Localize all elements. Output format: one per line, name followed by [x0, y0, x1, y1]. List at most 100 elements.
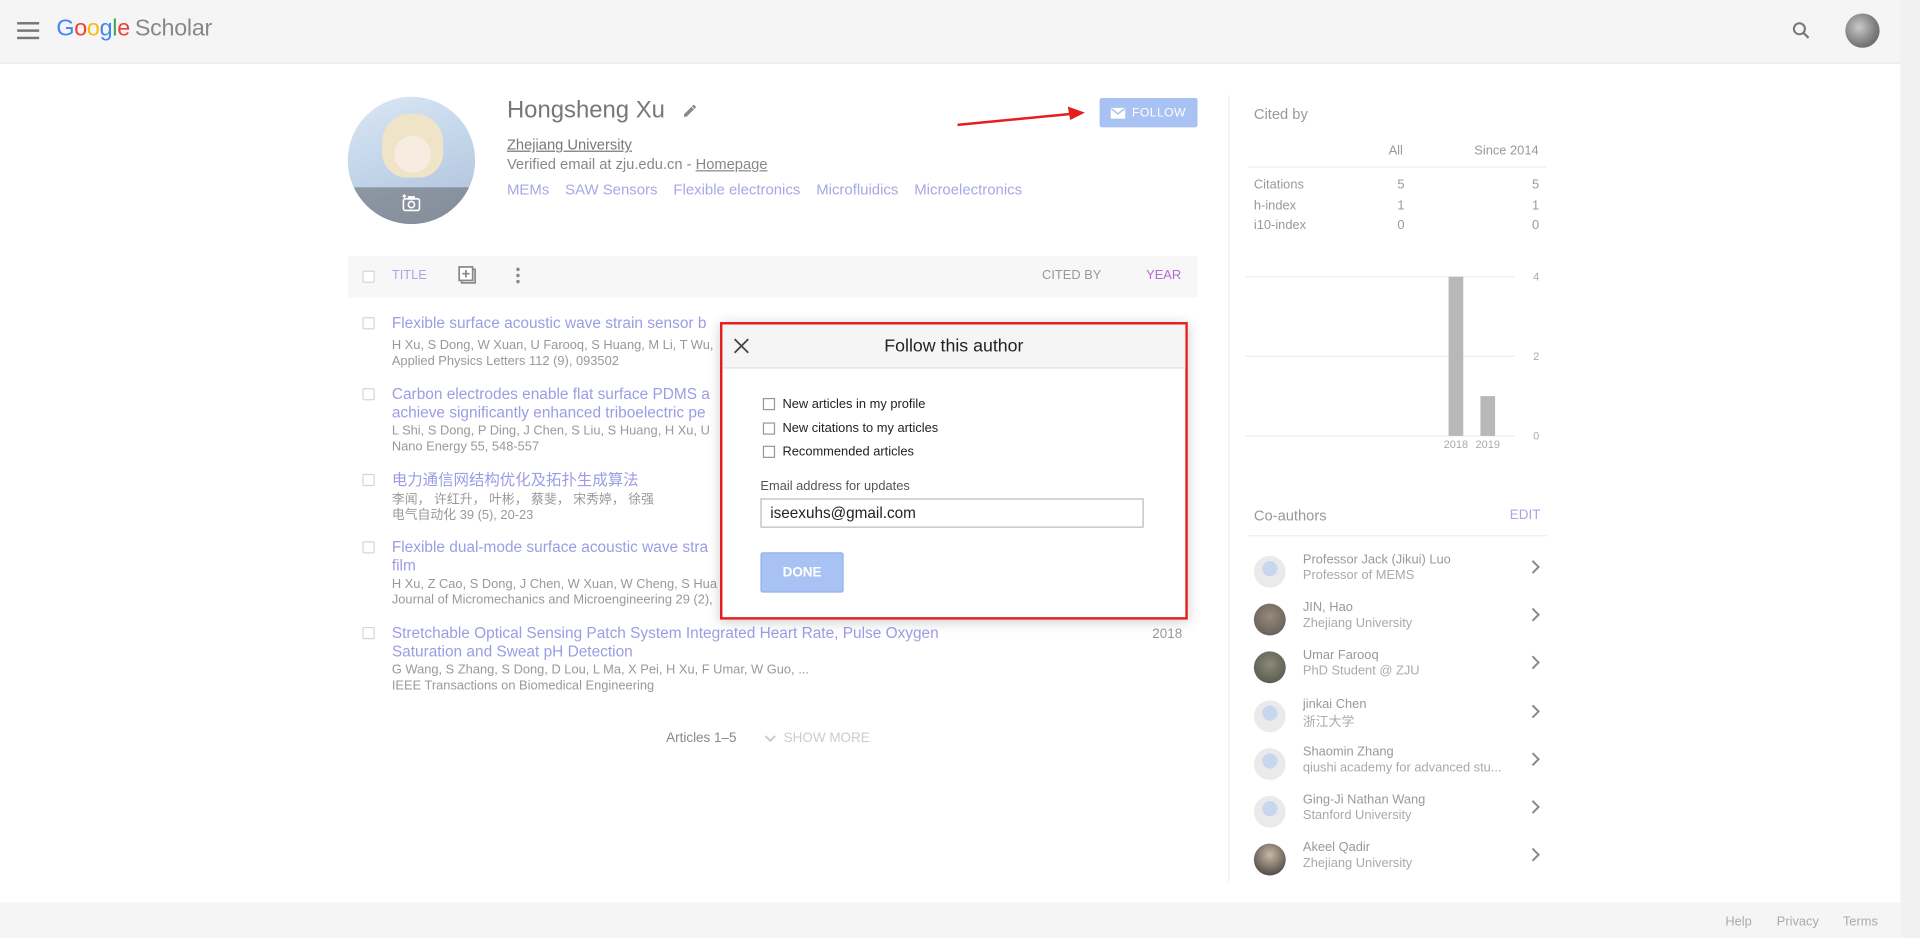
coauthor-item[interactable]: Umar Farooq PhD Student @ ZJU: [1253, 648, 1543, 692]
coauthor-item[interactable]: JIN, Hao Zhejiang University: [1253, 600, 1543, 644]
coauthor-affiliation: Professor of MEMS: [1302, 568, 1415, 583]
top-bar: [0, 0, 1901, 64]
cited-row-label[interactable]: i10-index: [1254, 218, 1306, 233]
article-title-line1: Stretchable Optical Sensing Patch System…: [391, 624, 939, 642]
interest-link[interactable]: SAW Sensors: [565, 181, 657, 198]
coauthors-title: Co-authors: [1253, 506, 1327, 525]
logo-letter: o: [74, 15, 87, 42]
coauthor-item[interactable]: Shaomin Zhang qiushi academy for advanced…: [1253, 744, 1543, 788]
article-authors: G Wang, S Zhang, S Dong, D Lou, L Ma, X …: [391, 662, 809, 678]
coauthor-name[interactable]: Umar Farooq: [1303, 648, 1379, 663]
coauthor-name[interactable]: JIN, Hao: [1303, 600, 1353, 615]
article-title-link[interactable]: 电力通信网结构优化及拓扑生成算法: [392, 471, 639, 489]
option-checkbox[interactable]: [762, 397, 776, 411]
more-options-icon[interactable]: [516, 266, 521, 286]
coauthor-item[interactable]: Ging-Ji Nathan Wang Stanford University: [1253, 792, 1543, 836]
cited-row-label[interactable]: Citations: [1254, 178, 1304, 193]
article-title-line2: Saturation and Sweat pH Detection: [391, 642, 633, 661]
footer-help-link[interactable]: Help: [1725, 915, 1751, 930]
follow-button[interactable]: FOLLOW: [1099, 97, 1198, 128]
email-input[interactable]: [760, 498, 1144, 528]
chevron-right-icon[interactable]: [1531, 704, 1541, 719]
coauthor-affiliation: Stanford University: [1302, 808, 1412, 823]
cited-row-since: 0: [1532, 217, 1540, 233]
article-checkbox[interactable]: [362, 317, 375, 330]
interest-link[interactable]: MEMs: [507, 181, 549, 198]
coauthor-affiliation: Zhejiang University: [1302, 856, 1413, 871]
coauthor-name[interactable]: jinkai Chen: [1303, 696, 1367, 711]
coauthor-avatar: [1253, 843, 1286, 876]
article-title-link[interactable]: Flexible surface acoustic wave strain se…: [392, 315, 707, 333]
done-button[interactable]: DONE: [760, 552, 844, 593]
chevron-right-icon[interactable]: [1531, 608, 1541, 623]
chart-y-tick: 4: [1533, 271, 1539, 283]
article-venue: Journal of Micromechanics and Microengin…: [391, 592, 713, 608]
article-venue: 电气自动化 39 (5), 20-23: [391, 508, 534, 523]
footer-privacy-link[interactable]: Privacy: [1777, 915, 1819, 930]
coauthor-name[interactable]: Professor Jack (Jikui) Luo: [1303, 552, 1451, 567]
article-checkbox[interactable]: [362, 388, 375, 401]
camera-icon[interactable]: [400, 193, 422, 213]
citations-bar-chart: 4 2 0 2018 2019: [1245, 271, 1539, 451]
interest-link[interactable]: Microfluidics: [816, 181, 898, 198]
chevron-right-icon[interactable]: [1531, 848, 1541, 863]
footer-terms-link[interactable]: Terms: [1843, 915, 1878, 930]
scrollbar[interactable]: [1900, 0, 1920, 938]
option-checkbox[interactable]: [762, 422, 776, 435]
coauthor-item[interactable]: Akeel Qadir Zhejiang University: [1253, 840, 1543, 884]
coauthors-edit-button[interactable]: EDIT: [1510, 508, 1541, 523]
option-checkbox[interactable]: [762, 445, 776, 458]
option-new-articles[interactable]: New articles in my profile: [762, 397, 925, 411]
coauthor-name[interactable]: Akeel Qadir: [1303, 840, 1370, 855]
verified-email: Verified email at zju.edu.cn - Homepage: [507, 156, 768, 173]
chevron-right-icon[interactable]: [1531, 800, 1541, 815]
interest-link[interactable]: Flexible electronics: [673, 181, 800, 198]
affiliation-link[interactable]: Zhejiang University: [507, 136, 632, 153]
article-checkbox[interactable]: [362, 541, 375, 554]
chevron-right-icon[interactable]: [1531, 656, 1541, 671]
option-new-citations[interactable]: New citations to my articles: [762, 421, 938, 436]
chart-bar-2018[interactable]: [1448, 276, 1464, 436]
coauthor-item[interactable]: jinkai Chen 浙江大学: [1253, 696, 1543, 740]
coauthor-avatar: [1253, 651, 1286, 684]
homepage-link[interactable]: Homepage: [696, 156, 768, 173]
chart-x-tick: 2018: [1444, 439, 1469, 451]
coauthor-name[interactable]: Shaomin Zhang: [1303, 744, 1394, 759]
coauthor-name[interactable]: Ging-Ji Nathan Wang: [1303, 792, 1425, 807]
google-scholar-logo[interactable]: Google Scholar: [56, 16, 212, 43]
coauthor-item[interactable]: Professor Jack (Jikui) Luo Professor of M…: [1253, 552, 1543, 596]
chevron-right-icon[interactable]: [1531, 560, 1541, 575]
cited-by-column-header[interactable]: CITED BY: [1042, 268, 1101, 283]
account-avatar[interactable]: [1845, 13, 1880, 48]
year-column-header[interactable]: YEAR: [1146, 268, 1181, 283]
article-title-link[interactable]: Carbon electrodes enable flat surface PD…: [392, 386, 710, 423]
profile-photo[interactable]: [347, 96, 476, 225]
coauthor-affiliation: 浙江大学: [1302, 714, 1355, 730]
column-divider: [1228, 95, 1230, 882]
title-column-header[interactable]: TITLE: [392, 268, 427, 283]
article-checkbox[interactable]: [362, 626, 375, 640]
interest-link[interactable]: Microelectronics: [914, 181, 1022, 198]
article-venue: IEEE Transactions on Biomedical Engineer…: [391, 678, 655, 694]
annotation-arrow: [957, 106, 1085, 127]
chart-y-tick: 2: [1533, 351, 1539, 363]
option-label: Recommended articles: [782, 444, 914, 460]
logo-letter: g: [99, 15, 113, 42]
cited-row-label[interactable]: h-index: [1254, 198, 1296, 213]
chart-bar-2019[interactable]: [1480, 396, 1496, 436]
article-title-link[interactable]: Stretchable Optical Sensing Patch System…: [392, 624, 939, 661]
search-icon[interactable]: [1790, 20, 1812, 42]
menu-icon[interactable]: [17, 22, 40, 40]
verified-text: Verified email at zju.edu.cn -: [506, 155, 696, 173]
add-articles-icon[interactable]: [458, 266, 478, 286]
article-authors: L Shi, S Dong, P Ding, J Chen, S Liu, S …: [391, 423, 710, 439]
close-icon[interactable]: [733, 338, 749, 354]
article-title-link[interactable]: Flexible dual-mode surface acoustic wave…: [392, 539, 708, 576]
edit-pencil-icon[interactable]: [682, 103, 698, 119]
option-recommended[interactable]: Recommended articles: [762, 444, 914, 460]
article-venue: Nano Energy 55, 548-557: [391, 439, 540, 455]
show-more-button[interactable]: SHOW MORE: [764, 731, 870, 746]
select-all-checkbox[interactable]: [362, 270, 375, 283]
chevron-right-icon[interactable]: [1531, 752, 1541, 767]
article-checkbox[interactable]: [362, 473, 375, 487]
